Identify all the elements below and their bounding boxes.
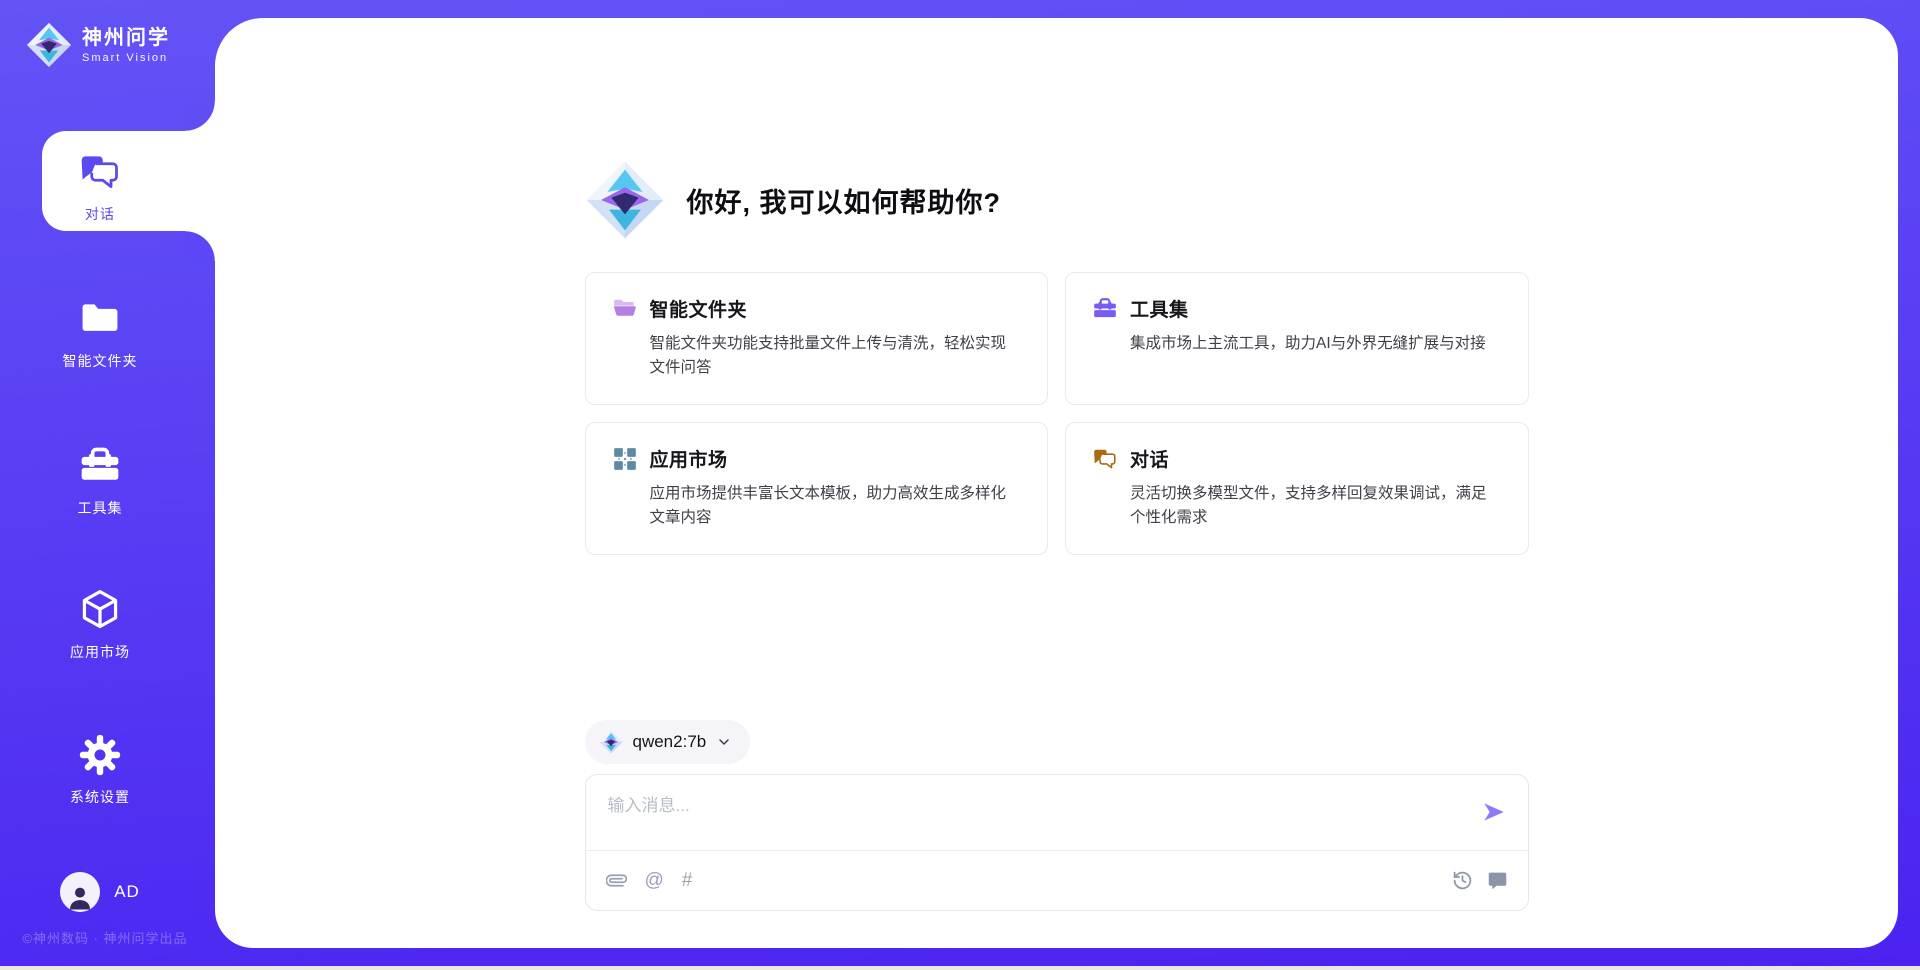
card-title: 智能文件夹 [650,295,748,322]
brand-name: 神州问学 [82,26,170,50]
main-panel: 你好, 我可以如何帮助你? 智能文件夹 智能文件夹功能支持批量文件上传与清洗，轻… [215,18,1898,948]
card-app-market[interactable]: 应用市场 应用市场提供丰富长文本模板，助力高效生成多样化文章内容 [585,422,1049,555]
history-icon[interactable] [1452,870,1473,891]
message-composer: @ # [585,774,1529,911]
avatar [60,872,100,912]
chat-icon [78,150,122,194]
card-toolset[interactable]: 工具集 集成市场上主流工具，助力AI与外界无缝扩展与对接 [1065,272,1529,405]
hashtag-icon[interactable]: # [682,871,693,890]
card-description: 应用市场提供丰富长文本模板，助力高效生成多样化文章内容 [650,482,1022,530]
message-input[interactable] [608,791,1428,843]
gear-icon [78,733,122,777]
card-description: 集成市场上主流工具，助力AI与外界无缝扩展与对接 [1130,332,1502,356]
active-nav-flare-top [185,101,215,131]
sidebar: 神州问学 Smart Vision 对话 智能文件夹 工具集 应用市场 系统设置 [0,0,215,970]
card-description: 智能文件夹功能支持批量文件上传与清洗，轻松实现文件问答 [650,332,1022,380]
send-button[interactable] [1480,799,1508,827]
sidebar-item-smart-folder[interactable]: 智能文件夹 [0,297,200,371]
card-title: 应用市场 [650,445,728,472]
sidebar-footer-text: ©神州数码 · 神州问学出品 [0,928,210,947]
sidebar-item-label: 应用市场 [0,642,200,662]
card-chat[interactable]: 对话 灵活切换多模型文件，支持多样回复效果调试，满足个性化需求 [1065,422,1529,555]
brand-diamond-icon [26,22,72,68]
active-nav-flare-bottom [185,231,215,261]
sidebar-item-settings[interactable]: 系统设置 [0,733,200,807]
comment-icon[interactable] [1487,870,1508,891]
toolbox-icon [78,444,122,488]
brand-logo[interactable]: 神州问学 Smart Vision [26,22,170,68]
cube-icon [78,588,122,632]
model-name: qwen2:7b [633,732,707,752]
brand-subtitle: Smart Vision [82,52,170,64]
sidebar-item-label: 智能文件夹 [0,351,200,371]
greeting-section: 你好, 我可以如何帮助你? [585,160,1529,240]
feature-cards: 智能文件夹 智能文件夹功能支持批量文件上传与清洗，轻松实现文件问答 工具集 集成… [585,272,1529,555]
chat-icon [1092,446,1118,472]
window-bottom-edge [0,966,1920,970]
model-selector[interactable]: qwen2:7b [585,720,751,764]
sidebar-item-app-market[interactable]: 应用市场 [0,588,200,662]
sidebar-item-label: 系统设置 [0,787,200,807]
card-description: 灵活切换多模型文件，支持多样回复效果调试，满足个性化需求 [1130,482,1502,530]
greeting-diamond-icon [585,160,665,240]
sidebar-item-label: 工具集 [0,498,200,518]
user-name: AD [114,882,140,902]
card-title: 工具集 [1130,295,1189,322]
model-diamond-icon [599,730,623,754]
toolbox-icon [1092,296,1118,322]
sidebar-item-label: 对话 [0,204,200,224]
card-smart-folder[interactable]: 智能文件夹 智能文件夹功能支持批量文件上传与清洗，轻松实现文件问答 [585,272,1049,405]
card-title: 对话 [1130,445,1169,472]
send-icon [1481,799,1507,825]
grid-icon [612,446,638,472]
person-icon [65,882,95,912]
sidebar-item-chat[interactable]: 对话 [0,150,200,224]
folder-open-icon [612,296,638,322]
chevron-down-icon [716,734,732,750]
folder-icon [78,297,122,341]
greeting-title: 你好, 我可以如何帮助你? [687,181,1002,220]
composer-toolbar: @ # [586,850,1528,910]
mention-icon[interactable]: @ [645,871,664,890]
user-account[interactable]: AD [0,872,200,912]
paperclip-icon[interactable] [606,870,627,891]
sidebar-item-toolset[interactable]: 工具集 [0,444,200,518]
